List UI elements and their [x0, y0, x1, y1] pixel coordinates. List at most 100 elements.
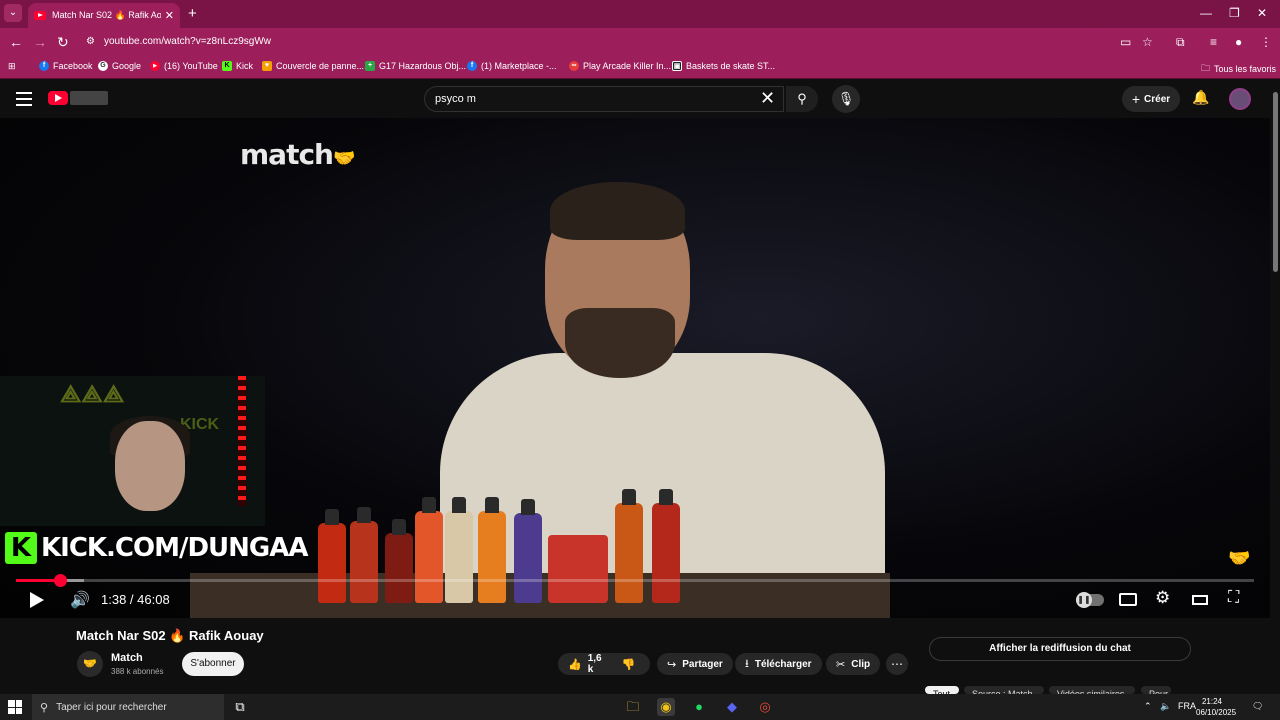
tab-close-icon[interactable]: ✕ — [165, 9, 174, 22]
profile-icon[interactable]: ● — [1235, 35, 1242, 49]
search-query: psyco m — [435, 93, 476, 105]
search-icon[interactable]: ⚲ — [786, 86, 818, 112]
progress-bar[interactable] — [16, 574, 1254, 587]
bookmark-facebook[interactable]: f Facebook — [39, 61, 93, 71]
youtube-wordmark-logo[interactable] — [70, 91, 108, 105]
address-bar[interactable]: ⚙ youtube.com/watch?v=z8nLcz9sgWw — [80, 31, 1110, 53]
download-icon: ⭳ — [745, 657, 749, 670]
discord-icon[interactable]: ◆ — [723, 698, 741, 716]
show-hidden-icons-icon[interactable]: ⌃ — [1144, 701, 1152, 712]
extensions-icon[interactable]: ⧉ — [1176, 35, 1185, 50]
plus-icon: + — [1131, 91, 1141, 107]
microphone-icon[interactable]: 🎙 — [832, 85, 860, 113]
file-explorer-icon[interactable]: 🗀 — [624, 698, 642, 716]
spotify-icon[interactable]: ● — [690, 698, 708, 716]
settings-gear-icon[interactable]: ⚙ — [1155, 588, 1170, 608]
subscribe-button[interactable]: S'abonner — [182, 652, 244, 676]
chip-from-match[interactable]: Source : Match — [964, 686, 1044, 694]
clock[interactable]: 21:24 06/10/2025 — [1196, 696, 1236, 718]
bookmark-star-icon[interactable]: ☆ — [1142, 35, 1153, 49]
bookmark-marketplace[interactable]: f (1) Marketplace -... — [467, 61, 557, 71]
hot-sauce-bottle — [385, 519, 413, 603]
bookmark-baskets[interactable]: ▣ Baskets de skate ST... — [672, 61, 775, 71]
bookmark-kick[interactable]: K Kick — [222, 61, 253, 71]
bookmark-google[interactable]: G Google — [98, 61, 141, 71]
create-button[interactable]: + Créer — [1122, 86, 1180, 112]
bookmark-arcade-killer[interactable]: ∞ Play Arcade Killer In... — [569, 61, 671, 71]
youtube-icon: ▶ — [150, 61, 160, 71]
hot-sauce-bottle — [652, 489, 680, 603]
more-menu-icon[interactable]: ⋮ — [1260, 35, 1272, 49]
account-avatar[interactable] — [1229, 88, 1251, 110]
volume-icon[interactable]: 🔊 — [70, 590, 90, 610]
kick-channel-banner: K KICK.COM/DUNGAA — [5, 528, 309, 568]
apps-grid-icon[interactable]: ⊞ — [8, 61, 16, 72]
streamer-face — [115, 421, 185, 511]
restore-button[interactable]: ❐ — [1229, 6, 1240, 20]
subtitles-icon[interactable] — [1119, 593, 1137, 606]
windows-taskbar: ⚲ Taper ici pour rechercher ⧉ 🗀 ◉ ● ◆ ◎ ⌃… — [0, 694, 1280, 720]
notifications-icon[interactable]: 🗨 — [1252, 701, 1263, 712]
like-count[interactable]: 1,6 k — [588, 653, 602, 675]
autoplay-toggle[interactable]: ❚❚ — [1076, 592, 1104, 608]
video-title: Match Nar S02 🔥 Rafik Aouay — [76, 628, 264, 643]
bookmark-couvercle[interactable]: ♥ Couvercle de panne... — [262, 61, 364, 71]
thumbs-down-icon[interactable]: 👎 — [622, 658, 636, 671]
tab-active[interactable]: Match Nar S02 🔥 Rafik Aouay ✕ — [28, 3, 180, 28]
channel-avatar[interactable]: 🤝 — [77, 651, 103, 677]
cast-icon[interactable]: ▭ — [1120, 35, 1131, 49]
thumbs-up-icon[interactable]: 👍 — [568, 658, 582, 671]
share-button[interactable]: ↪ Partager — [657, 653, 733, 675]
site-info-icon[interactable]: ⚙ — [86, 36, 95, 47]
windows-start-icon[interactable] — [8, 700, 22, 714]
new-tab-button[interactable]: + — [188, 5, 197, 22]
pause-icon: ❚❚ — [1076, 592, 1092, 608]
download-button[interactable]: ⭳ Télécharger — [735, 653, 822, 675]
close-window-button[interactable]: ✕ — [1257, 6, 1267, 20]
handshake-icon: 🤝 — [333, 148, 355, 169]
video-player[interactable]: match🤝 ⟁⟁⟁ KICK K KICK.COM/DUNGAA 🤝 🔊 1:… — [0, 118, 1270, 618]
hot-sauce-bottle — [514, 499, 542, 603]
tab-search-menu-button[interactable]: ⌄ — [4, 4, 22, 22]
fullscreen-icon[interactable]: ⛶ — [1228, 589, 1239, 607]
chip-for-you[interactable]: Pour vous — [1141, 686, 1171, 694]
clear-search-icon[interactable]: ✕ — [760, 88, 775, 109]
channel-name[interactable]: Match — [111, 652, 143, 664]
task-view-icon[interactable]: ⧉ — [231, 698, 249, 716]
clip-button[interactable]: ✂ Clip — [826, 653, 881, 675]
language-indicator[interactable]: FRA — [1178, 701, 1196, 711]
speaker-icon[interactable]: 🔈 — [1160, 701, 1171, 712]
bookmark-g17[interactable]: + G17 Hazardous Obj... — [365, 61, 466, 71]
youtube-logo-icon[interactable] — [48, 91, 68, 105]
channel-watermark-icon[interactable]: 🤝 — [1228, 548, 1250, 569]
taskbar-search-input[interactable]: ⚲ Taper ici pour rechercher — [32, 694, 224, 720]
hot-sauce-bottle — [478, 497, 506, 603]
show-chat-replay-button[interactable]: Afficher la rediffusion du chat — [929, 637, 1191, 661]
progress-scrubber[interactable] — [53, 574, 67, 587]
bookmark-youtube[interactable]: ▶ (16) YouTube — [150, 61, 218, 71]
arcade-icon: ∞ — [569, 61, 579, 71]
app-icon[interactable]: ◎ — [756, 698, 774, 716]
play-icon[interactable] — [30, 592, 44, 608]
time-display: 1:38 / 46:08 — [101, 592, 170, 607]
search-input[interactable]: psyco m — [424, 86, 784, 112]
forward-arrow-icon[interactable]: → — [33, 34, 47, 50]
store-icon: ▣ — [672, 61, 682, 71]
scrollbar-thumb[interactable] — [1273, 92, 1278, 272]
notifications-bell-icon[interactable]: 🔔 — [1192, 89, 1209, 106]
more-actions-icon[interactable]: ⋯ — [886, 653, 908, 675]
webcam-logo: ⟁⟁⟁ — [60, 381, 125, 408]
chrome-icon[interactable]: ◉ — [657, 698, 675, 716]
page-scrollbar[interactable] — [1271, 80, 1280, 692]
minimize-button[interactable]: — — [1200, 6, 1212, 20]
reload-icon[interactable]: ↻ — [57, 34, 69, 51]
all-favorites-folder[interactable]: 🗀 Tous les favoris — [1201, 61, 1276, 77]
folder-icon: 🗀 — [1201, 63, 1211, 73]
chip-all[interactable]: Tout — [925, 686, 959, 694]
hot-sauce-bottle — [318, 509, 346, 603]
media-controls-icon[interactable]: ≡ — [1210, 35, 1217, 49]
menu-icon[interactable] — [16, 92, 32, 110]
back-arrow-icon[interactable]: ← — [9, 34, 23, 50]
theater-mode-icon[interactable] — [1192, 595, 1208, 605]
chip-related[interactable]: Vidéos similaires — [1049, 686, 1135, 694]
